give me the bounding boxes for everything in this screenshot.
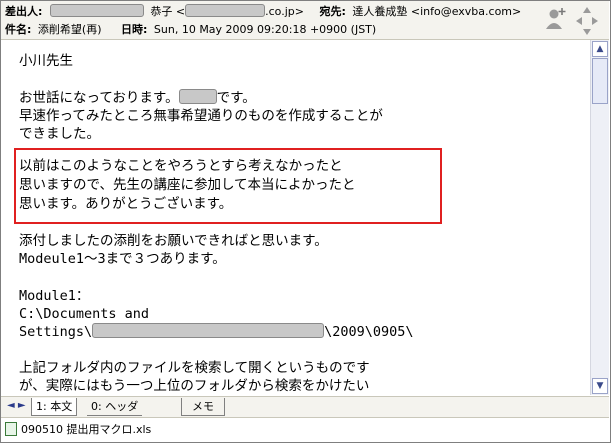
from-row: 差出人: 恭子 < .co.jp> 宛先: 達人養成塾 <info@exvba.c… (5, 3, 521, 20)
body-line: 思いますので、先生の講座に参加して本当によかったと (19, 177, 356, 193)
from-name: 恭子 (150, 5, 173, 18)
view-tab-bar: ◄ ► 1: 本文 0: ヘッダ メモ (1, 396, 609, 417)
body-line: 添付しましたの添削をお願いできればと思います。 (19, 233, 328, 249)
body-line: が、実際にはもう一つ上位のフォルダから検索をかけたい (19, 378, 370, 394)
header-icons (543, 5, 603, 37)
from-domain[interactable]: .co.jp> (265, 5, 304, 18)
redacted-sender-surname (49, 4, 144, 17)
body-line: 上記フォルダ内のファイルを検索して開くというものです (19, 360, 370, 376)
body-line: Modeule1～3まで３つあります。 (19, 251, 226, 267)
subject-value: 添削希望(再) (37, 23, 102, 36)
tab-header[interactable]: 0: ヘッダ (87, 398, 143, 416)
tab-memo[interactable]: メモ (181, 398, 225, 416)
body-line: 小川先生 (19, 53, 73, 69)
subject-label: 件名: (5, 23, 32, 36)
date-value: Sun, 10 May 2009 09:20:18 +0900 (JST) (153, 23, 377, 36)
scroll-up-button[interactable]: ▲ (592, 41, 608, 57)
tab-body[interactable]: 1: 本文 (31, 398, 78, 416)
path-suffix: \2009\0905\ (324, 324, 414, 340)
scroll-thumb[interactable] (592, 58, 608, 104)
to-value[interactable]: 達人養成塾 <info@exvba.com> (352, 5, 521, 18)
from-label: 差出人: (5, 5, 43, 18)
date-label: 日時: (121, 23, 148, 36)
redacted-sender-name (178, 89, 217, 104)
body-line: 以前はこのようなことをやろうとすら考えなかったと (19, 158, 343, 174)
subject-row: 件名: 添削希望(再) 日時: Sun, 10 May 2009 09:20:1… (5, 21, 376, 38)
body-line: 思います。ありがとうございます。 (19, 196, 233, 212)
attachment-filename[interactable]: 090510 提出用マクロ.xls (21, 422, 151, 437)
excel-file-icon[interactable] (5, 422, 17, 436)
redacted-sender-email (185, 4, 266, 17)
body-line: C:\Documents and (19, 306, 150, 322)
path-prefix: Settings\ (19, 324, 93, 340)
greeting-line: お世話になっております。 (19, 90, 179, 106)
email-open-bracket: < (175, 5, 186, 18)
to-label: 宛先: (319, 5, 346, 18)
scroll-down-button[interactable]: ▼ (592, 378, 608, 394)
redacted-path (92, 323, 325, 338)
body-line: お世話になっております。 です。 (19, 89, 256, 108)
body-line: Settings\ \2009\0905\ (19, 323, 414, 342)
message-body[interactable]: 小川先生 お世話になっております。 です。 早速作ってみたところ無事希望通りのもの… (1, 40, 590, 395)
navigation-arrows-icon[interactable] (576, 7, 598, 35)
greeting-suffix: です。 (216, 90, 256, 106)
body-line: できました。 (19, 126, 100, 142)
mail-header: 差出人: 恭子 < .co.jp> 宛先: 達人養成塾 <info@exvba.c… (1, 1, 609, 40)
body-line: 早速作ってみたところ無事希望通りのものを作成することが (19, 108, 383, 124)
body-line: Module1： (19, 288, 90, 304)
vertical-scrollbar[interactable]: ▲ ▼ (590, 40, 609, 395)
attachment-bar: 090510 提出用マクロ.xls (1, 417, 609, 441)
tab-scroll-arrows-icon[interactable]: ◄ ► (7, 400, 26, 411)
add-contact-icon[interactable] (546, 8, 566, 29)
